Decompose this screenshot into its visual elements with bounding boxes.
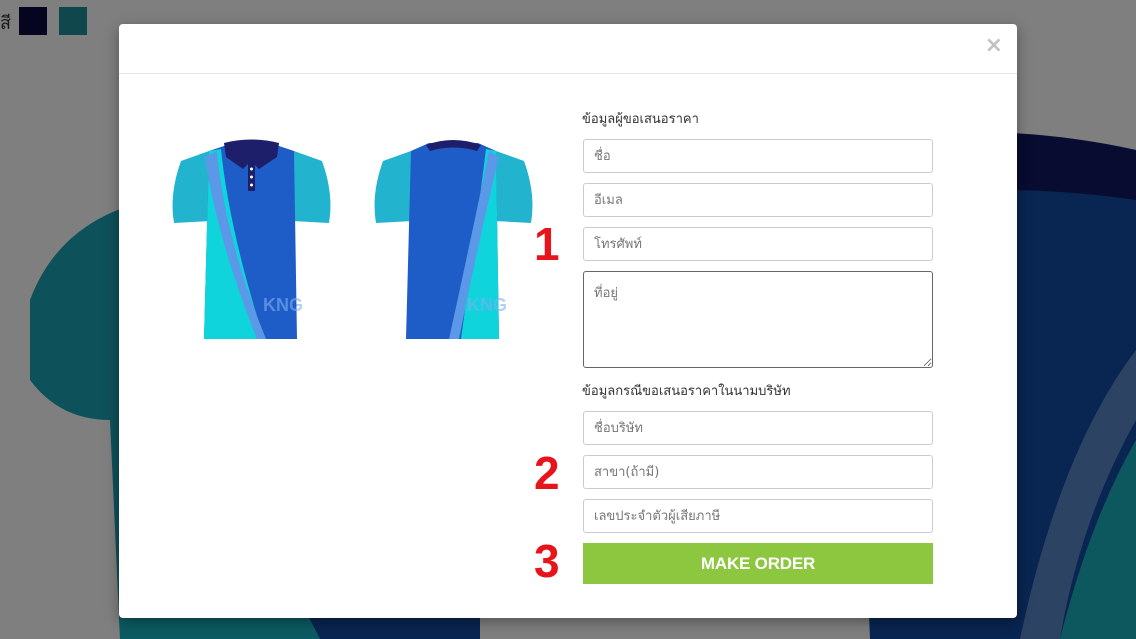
branch-field[interactable]	[583, 455, 933, 489]
modal-header: ×	[119, 24, 1017, 74]
address-field[interactable]	[583, 271, 933, 368]
company-name-field[interactable]	[583, 411, 933, 445]
email-field[interactable]	[583, 183, 933, 217]
quote-request-modal: × KNG KNG ข้อมูลผู้ขอเสนอราคา ชื่อ อีเมล…	[119, 24, 1017, 618]
phone-field[interactable]	[583, 227, 933, 261]
shirt-front-image: KNG	[172, 139, 331, 339]
company-section-label: ข้อมูลกรณีขอเสนอราคาในนามบริษัท	[582, 384, 791, 399]
step-number-3: 3	[534, 535, 560, 587]
tax-id-field[interactable]	[583, 499, 933, 533]
shirt-watermark-back: KNG	[467, 295, 507, 315]
requester-section-label: ข้อมูลผู้ขอเสนอราคา	[582, 112, 699, 127]
step-number-1: 1	[534, 218, 560, 270]
step-number-2: 2	[534, 447, 560, 499]
close-icon[interactable]: ×	[985, 34, 1003, 58]
make-order-button[interactable]: MAKE ORDER	[583, 543, 933, 584]
name-field[interactable]	[583, 139, 933, 173]
shirt-watermark: KNG	[263, 295, 303, 315]
shirt-back-image: KNG	[374, 140, 533, 339]
